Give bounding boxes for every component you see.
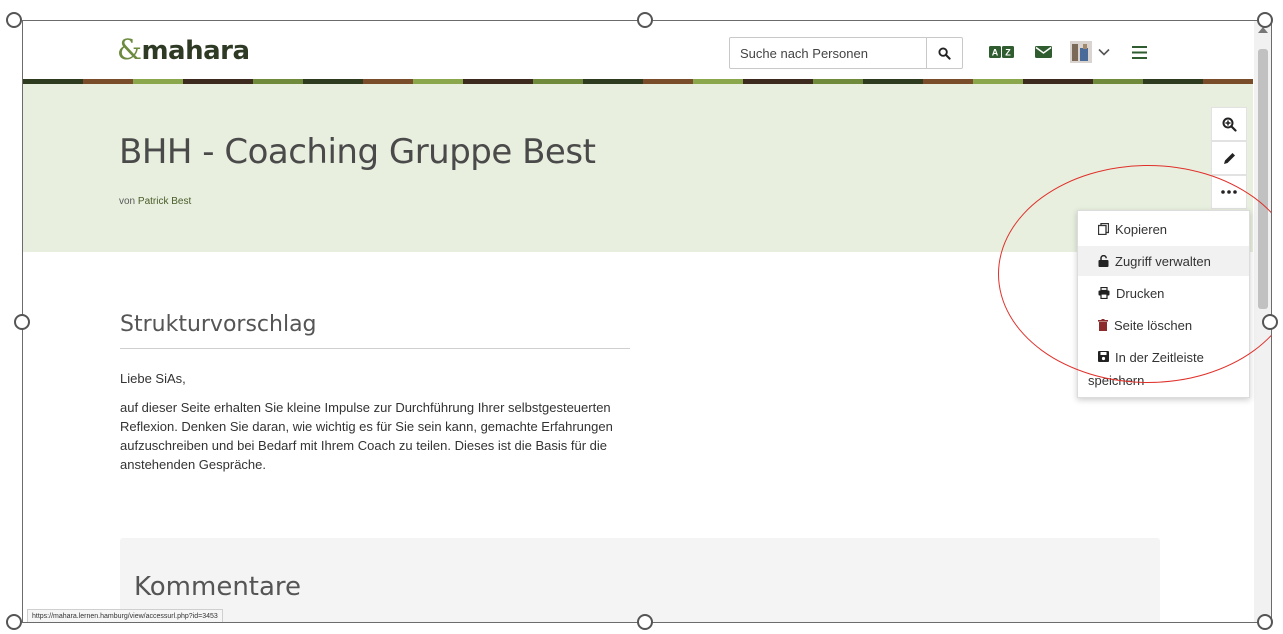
- more-icon: [1221, 190, 1237, 194]
- search-input[interactable]: [730, 38, 926, 68]
- page-byline: von Patrick Best: [119, 196, 191, 207]
- menu-item-manage-access-label: Zugriff verwalten: [1115, 254, 1211, 269]
- zoom-icon: [1222, 117, 1237, 132]
- more-options-menu: Kopieren Zugriff verwalten Drucken Seite…: [1077, 210, 1250, 398]
- page-banner: BHH - Coaching Gruppe Best von Patrick B…: [23, 84, 1253, 252]
- avatar-icon: [1070, 41, 1092, 63]
- zoom-button[interactable]: [1211, 107, 1247, 141]
- logo-symbol: &: [117, 33, 142, 66]
- menu-item-save-timeline-label: In der Zeitleiste: [1115, 350, 1204, 365]
- embedded-screenshot: &mahara AZ BHH - Coaching Gruppe Best vo…: [22, 20, 1272, 623]
- menu-item-copy[interactable]: Kopieren: [1078, 214, 1249, 244]
- search-icon: [938, 46, 951, 60]
- byline-prefix: von: [119, 196, 136, 207]
- language-button[interactable]: AZ: [989, 43, 1015, 61]
- menu-item-copy-label: Kopieren: [1115, 222, 1168, 237]
- save-icon: [1098, 351, 1109, 362]
- trash-icon: [1098, 319, 1108, 331]
- site-header: &mahara AZ: [23, 21, 1253, 81]
- section-title: Strukturvorschlag: [120, 312, 317, 337]
- svg-text:A: A: [992, 48, 999, 58]
- resize-handle-bottom-right[interactable]: [1257, 614, 1273, 630]
- greeting-text: Liebe SiAs,: [120, 371, 186, 386]
- hamburger-menu-icon: [1131, 45, 1147, 59]
- author-link[interactable]: Patrick Best: [138, 196, 191, 207]
- resize-handle-top-center[interactable]: [637, 12, 653, 28]
- comments-panel: Kommentare: [120, 538, 1160, 622]
- intro-paragraph: auf dieser Seite erhalten Sie kleine Imp…: [120, 400, 613, 472]
- copy-icon: [1098, 223, 1109, 235]
- resize-handle-bottom-left[interactable]: [6, 614, 22, 630]
- chevron-down-icon: [1098, 48, 1110, 56]
- logo-text: mahara: [141, 36, 250, 66]
- scroll-thumb[interactable]: [1258, 49, 1268, 309]
- section-divider: [120, 348, 630, 349]
- edit-button[interactable]: [1211, 141, 1247, 175]
- mail-icon: [1034, 46, 1052, 58]
- comments-title: Kommentare: [134, 572, 302, 602]
- inbox-button[interactable]: [1034, 43, 1052, 61]
- mahara-logo[interactable]: &mahara: [117, 33, 250, 66]
- print-icon: [1098, 287, 1110, 299]
- edit-icon: [1223, 152, 1235, 164]
- menu-item-save-timeline-wrap: speichern: [1088, 373, 1145, 388]
- svg-text:Z: Z: [1005, 48, 1011, 58]
- resize-handle-middle-left[interactable]: [14, 314, 30, 330]
- resize-handle-top-left[interactable]: [6, 12, 22, 28]
- menu-item-manage-access[interactable]: Zugriff verwalten: [1078, 246, 1249, 276]
- user-menu-button[interactable]: [1069, 40, 1111, 64]
- menu-item-delete-page-label: Seite löschen: [1114, 318, 1193, 333]
- menu-item-delete-page[interactable]: Seite löschen: [1078, 310, 1249, 340]
- resize-handle-middle-right[interactable]: [1262, 314, 1278, 330]
- people-search: [729, 37, 963, 69]
- language-icon: AZ: [989, 46, 1014, 58]
- menu-item-print-label: Drucken: [1116, 286, 1165, 301]
- status-bar-url: https://mahara.lernen.hamburg/view/acces…: [27, 609, 223, 622]
- resize-handle-top-right[interactable]: [1257, 12, 1273, 28]
- resize-handle-bottom-center[interactable]: [637, 614, 653, 630]
- menu-item-print[interactable]: Drucken: [1078, 278, 1249, 308]
- page-title: BHH - Coaching Gruppe Best: [119, 132, 596, 172]
- unlock-icon: [1098, 255, 1109, 267]
- more-options-button[interactable]: [1211, 175, 1247, 209]
- main-menu-button[interactable]: [1131, 43, 1147, 61]
- search-button[interactable]: [926, 38, 962, 68]
